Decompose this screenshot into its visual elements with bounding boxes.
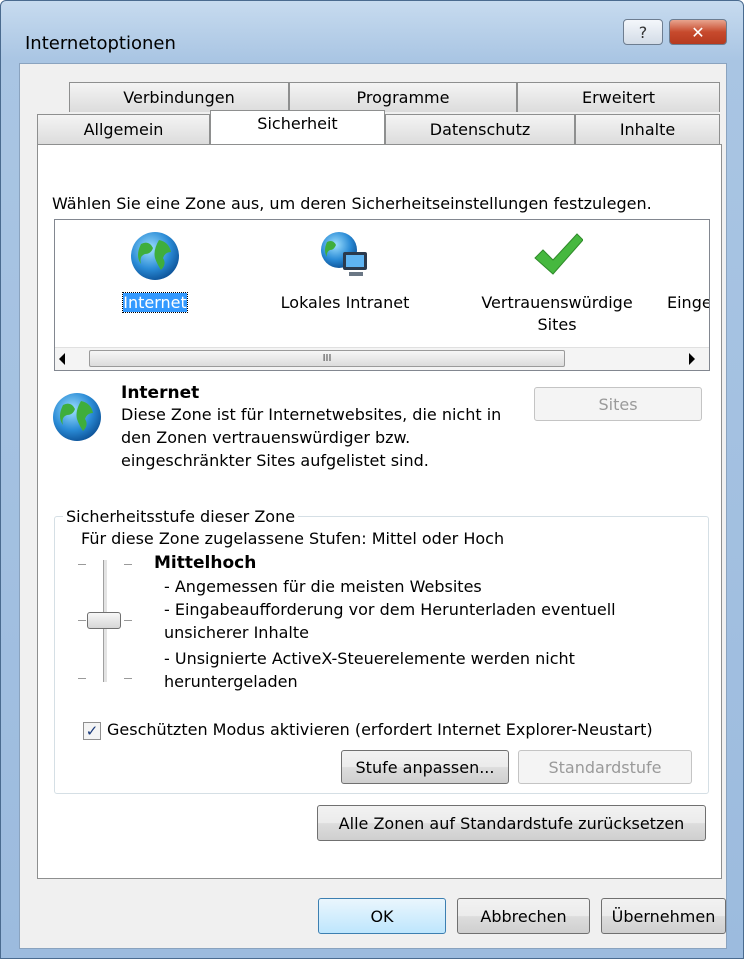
level-desc-5: heruntergeladen [164, 672, 298, 691]
level-desc-4: - Unsignierte ActiveX-Steuerelemente wer… [164, 649, 575, 668]
tab-label: Inhalte [619, 120, 676, 139]
zone-info-globe-icon [53, 393, 101, 441]
protected-mode-label: Geschützten Modus aktivieren (erfordert … [107, 720, 653, 739]
globe-icon [131, 232, 179, 280]
tab-label: Verbindungen [123, 88, 235, 107]
slider-tick [124, 564, 132, 565]
checkmark-icon [534, 233, 583, 275]
checkmark-icon: ✓ [85, 722, 99, 740]
sites-button[interactable]: Sites [534, 387, 702, 421]
zone-info-desc-2: den Zonen vertrauenswürdiger bzw. [121, 428, 411, 447]
zone-info-desc-3: eingeschränkter Sites aufgelistet sind. [121, 451, 429, 470]
tab-label: Erweitert [581, 88, 656, 107]
ok-button[interactable]: OK [318, 898, 446, 934]
level-desc-3: unsicherer Inhalte [164, 623, 309, 642]
zone-label-trusted: Vertrauenswürdige [481, 293, 633, 312]
slider-tick [78, 678, 86, 679]
slider-thumb[interactable] [87, 612, 121, 629]
window-title: Internetoptionen [25, 33, 176, 54]
slider-tick [78, 620, 86, 621]
scroll-grip: III [322, 353, 332, 364]
tab-sicherheit[interactable]: Sicherheit [210, 110, 385, 144]
tab-label: Allgemein [83, 120, 164, 139]
zone-label-internet: Internet [122, 292, 188, 313]
zone-info-desc-1: Diese Zone ist für Internetwebsites, die… [121, 405, 502, 424]
slider-tick [124, 620, 132, 621]
tab-erweitert[interactable]: Erweitert [517, 82, 720, 112]
zone-label-trusted-line2: Sites [537, 315, 577, 334]
default-level-button[interactable]: Standardstufe [518, 750, 692, 784]
zone-item-trusted[interactable]: Vertrauenswürdige Sites [467, 226, 647, 336]
allowed-levels-text: Für diese Zone zugelassene Stufen: Mitte… [81, 529, 505, 548]
reset-all-zones-button[interactable]: Alle Zonen auf Standardstufe zurücksetze… [317, 805, 706, 841]
tab-inhalte[interactable]: Inhalte [575, 114, 720, 144]
protected-mode-checkbox[interactable]: ✓ [83, 722, 101, 740]
tab-datenschutz[interactable]: Datenschutz [385, 114, 575, 144]
zone-label-intranet: Lokales Intranet [280, 293, 410, 312]
tab-verbindungen[interactable]: Verbindungen [69, 82, 289, 112]
ok-button-label: OK [370, 906, 394, 926]
default-level-button-label: Standardstufe [548, 757, 662, 777]
tab-allgemein[interactable]: Allgemein [37, 114, 210, 144]
tab-programme[interactable]: Programme [289, 82, 517, 112]
help-button[interactable]: ? [623, 19, 663, 45]
zone-label-restricted: Einge [667, 293, 710, 312]
zone-list-scrollbar[interactable]: III [55, 347, 709, 370]
zone-instruction: Wählen Sie eine Zone aus, um deren Siche… [52, 194, 652, 213]
intranet-icon [321, 232, 367, 276]
slider-tick [78, 564, 86, 565]
zone-item-internet[interactable]: Internet [95, 226, 215, 316]
zone-item-intranet[interactable]: Lokales Intranet [265, 226, 425, 316]
zone-list[interactable]: Internet Lokales Intranet Vertrauenswürd… [54, 219, 710, 371]
close-icon: ✕ [691, 22, 705, 42]
close-button[interactable]: ✕ [669, 19, 727, 45]
scroll-left-arrow[interactable] [59, 353, 65, 365]
level-desc-2: - Eingabeaufforderung vor dem Herunterla… [164, 600, 616, 619]
reset-all-zones-button-label: Alle Zonen auf Standardstufe zurücksetze… [338, 813, 685, 833]
cancel-button-label: Abbrechen [480, 906, 567, 926]
question-mark-icon: ? [638, 22, 648, 42]
custom-level-button[interactable]: Stufe anpassen... [341, 750, 509, 784]
zone-info-title: Internet [121, 383, 200, 403]
scroll-thumb[interactable]: III [89, 350, 565, 367]
tab-label: Datenschutz [429, 120, 531, 139]
apply-button-label: Übernehmen [611, 906, 716, 926]
apply-button[interactable]: Übernehmen [601, 898, 726, 934]
sites-button-label: Sites [598, 394, 638, 414]
level-desc-1: - Angemessen für die meisten Websites [164, 577, 482, 596]
tab-label: Sicherheit [257, 114, 338, 133]
custom-level-button-label: Stufe anpassen... [355, 757, 495, 777]
security-level-slider[interactable] [74, 560, 144, 685]
slider-tick [124, 678, 132, 679]
security-level-name: Mittelhoch [154, 553, 257, 573]
tab-label: Programme [356, 88, 450, 107]
title-bar[interactable]: Internetoptionen ? ✕ [1, 1, 743, 61]
scroll-right-arrow[interactable] [689, 353, 695, 365]
security-level-group-label: Sicherheitsstufe dieser Zone [63, 507, 299, 526]
cancel-button[interactable]: Abbrechen [457, 898, 590, 934]
zone-item-restricted[interactable]: Einge [667, 292, 710, 316]
